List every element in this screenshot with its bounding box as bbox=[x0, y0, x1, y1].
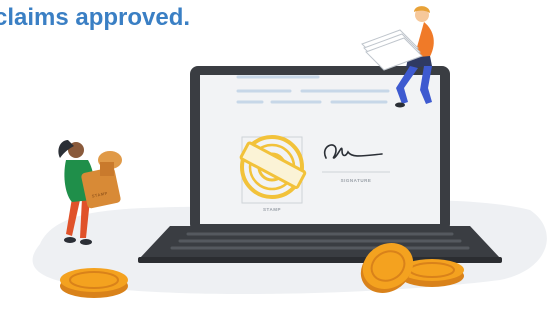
illustration: STAMP SIGNATURE STAMP bbox=[32, 6, 547, 298]
coin-left bbox=[60, 268, 128, 298]
signature-caption: SIGNATURE bbox=[341, 178, 372, 183]
stamp-caption: STAMP bbox=[263, 207, 281, 212]
big-stamp-icon: STAMP bbox=[81, 151, 122, 209]
laptop: STAMP SIGNATURE bbox=[138, 66, 502, 263]
